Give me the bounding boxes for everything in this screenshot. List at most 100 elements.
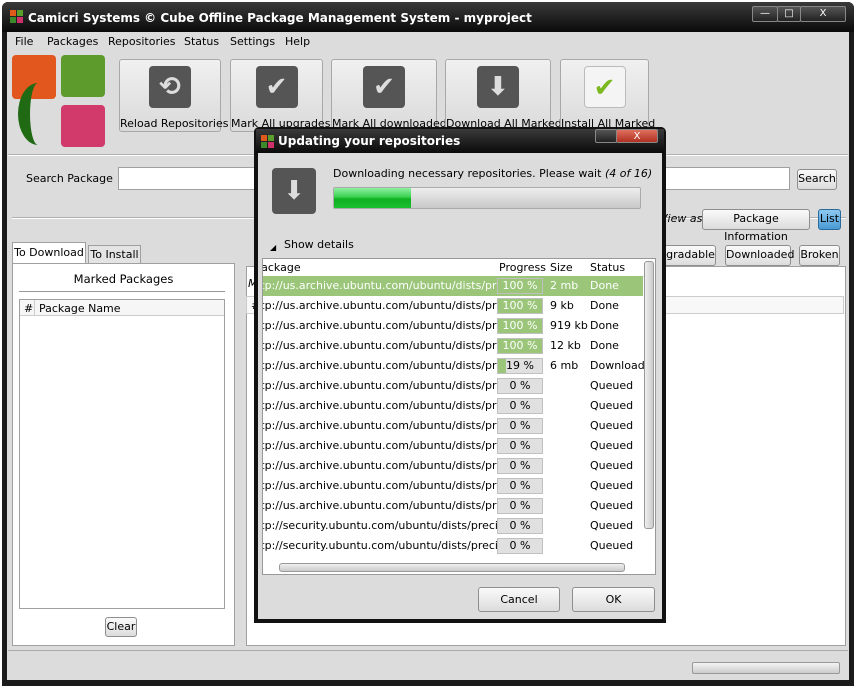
menu-status[interactable]: Status [184,35,219,48]
row-progress-bar: 0 % [497,498,543,514]
column-header-status[interactable]: Status [590,261,625,274]
package-information-button[interactable]: Package Information [702,209,810,243]
row-progress-bar: 100 % [497,278,543,294]
row-progress-bar: 0 % [497,518,543,534]
status: Queued [590,399,634,412]
reload-repositories-button[interactable]: ⟲ Reload Repositories [119,59,228,132]
progress-text: 0 % [509,459,531,472]
download-all-marked-button[interactable]: ⬇ Download All Marked [445,59,562,132]
column-header-size[interactable]: Size [550,261,573,274]
package-url: http://security.ubuntu.com/ubuntu/dists/… [263,519,497,532]
status: Queued [590,459,634,472]
ok-button[interactable]: OK [572,587,655,612]
clear-button[interactable]: Clear [105,617,137,637]
mark-all-upgrades-button[interactable]: ✔ Mark All upgrades [230,59,330,132]
size: 12 kb [550,339,581,352]
tab-to-install[interactable]: To Install [88,245,141,264]
broken-filter-button[interactable]: Broken [799,245,840,266]
progress-text: 0 % [509,399,531,412]
table-row[interactable]: http://us.archive.ubuntu.com/ubuntu/dist… [263,456,643,476]
size: 919 kb [550,319,588,332]
table-row[interactable]: http://us.archive.ubuntu.com/ubuntu/dist… [263,496,643,516]
row-progress-bar: 0 % [497,458,543,474]
install-all-marked-button[interactable]: ✔ Install All Marked [560,59,655,132]
minimize-button[interactable]: — [752,6,778,22]
menu-repositories[interactable]: Repositories [108,35,176,48]
status: Queued [590,499,634,512]
search-button[interactable]: Search [797,169,837,190]
vertical-scrollbar[interactable] [644,261,654,529]
column-header-package[interactable]: Package [263,261,495,274]
message-text: Downloading necessary repositories. Plea… [333,167,602,180]
title-bar[interactable]: Camicri Systems © Cube Offline Package M… [2,2,854,32]
row-progress-bar: 0 % [497,478,543,494]
table-header: # Package Name [20,300,224,316]
view-as-label: View as [660,212,703,225]
status: Downloading [590,359,644,372]
menu-settings[interactable]: Settings [230,35,275,48]
marked-packages-table[interactable] [19,299,225,609]
progress-text: 100 % [502,299,538,312]
status: Done [590,319,619,332]
table-row[interactable]: http://us.archive.ubuntu.com/ubuntu/dist… [263,476,643,496]
status: Done [590,299,619,312]
table-row[interactable]: http://security.ubuntu.com/ubuntu/dists/… [263,536,643,556]
maximize-button[interactable]: □ [777,6,801,22]
status: Queued [590,419,634,432]
app-logo-icon [10,10,24,24]
mark-all-downloaded-button[interactable]: ✔ Mark All downloaded [331,59,447,132]
dialog-close-button[interactable]: X [616,129,658,143]
row-progress-bar: 100 % [497,318,543,334]
divider [8,650,848,651]
close-button[interactable]: X [800,6,846,22]
progress-text: 19 % [506,359,534,372]
dialog-minimize-button[interactable] [595,129,617,143]
progress-text: 0 % [509,419,531,432]
table-row[interactable]: http://us.archive.ubuntu.com/ubuntu/dist… [263,436,643,456]
package-url: http://us.archive.ubuntu.com/ubuntu/dist… [263,319,497,332]
package-url: http://us.archive.ubuntu.com/ubuntu/dist… [263,359,497,372]
row-progress-bar: 0 % [497,378,543,394]
package-url: http://us.archive.ubuntu.com/ubuntu/dist… [263,279,497,292]
package-url: http://us.archive.ubuntu.com/ubuntu/dist… [263,459,497,472]
table-row[interactable]: http://us.archive.ubuntu.com/ubuntu/dist… [263,416,643,436]
status: Done [590,339,619,352]
package-url: http://us.archive.ubuntu.com/ubuntu/dist… [263,399,497,412]
row-progress-bar: 19 % [497,358,543,374]
column-header-number[interactable]: # [24,302,33,315]
status: Queued [590,439,634,452]
window-title: Camicri Systems © Cube Offline Package M… [28,11,532,25]
tab-to-download[interactable]: To Download [12,242,86,264]
table-row[interactable]: http://us.archive.ubuntu.com/ubuntu/dist… [263,276,643,296]
app-logo-icon [261,135,275,149]
column-header-package-name[interactable]: Package Name [39,302,121,315]
horizontal-scrollbar[interactable] [279,563,625,572]
table-row[interactable]: http://us.archive.ubuntu.com/ubuntu/dist… [263,356,644,376]
table-row[interactable]: http://us.archive.ubuntu.com/ubuntu/dist… [263,316,643,336]
menu-packages[interactable]: Packages [47,35,98,48]
list-view-button[interactable]: List [818,209,841,230]
table-row[interactable]: http://security.ubuntu.com/ubuntu/dists/… [263,516,643,536]
package-url: http://security.ubuntu.com/ubuntu/dists/… [263,539,497,552]
cancel-button[interactable]: Cancel [478,587,560,612]
progress-text: 0 % [509,499,531,512]
table-row[interactable]: http://us.archive.ubuntu.com/ubuntu/dist… [263,376,643,396]
table-row[interactable]: http://us.archive.ubuntu.com/ubuntu/dist… [263,336,643,356]
table-row[interactable]: http://us.archive.ubuntu.com/ubuntu/dist… [263,396,643,416]
show-details-toggle[interactable]: Show details [284,238,354,251]
reload-icon: ⟲ [149,66,191,108]
menu-help[interactable]: Help [285,35,310,48]
column-header-progress[interactable]: Progress [499,261,546,274]
progress-text: 100 % [502,319,538,332]
expand-triangle-icon[interactable]: ◢ [270,243,276,252]
menu-file[interactable]: File [15,35,33,48]
table-row[interactable]: http://us.archive.ubuntu.com/ubuntu/dist… [263,296,643,316]
overall-progress-bar [333,187,641,209]
repositories-table: Package Progress Size Status http://us.a… [262,258,656,575]
downloaded-filter-button[interactable]: Downloaded [725,245,794,266]
size: 2 mb [550,279,579,292]
status: Queued [590,379,634,392]
progress-text: 0 % [509,519,531,532]
size: 6 mb [550,359,579,372]
row-progress-bar: 100 % [497,338,543,354]
